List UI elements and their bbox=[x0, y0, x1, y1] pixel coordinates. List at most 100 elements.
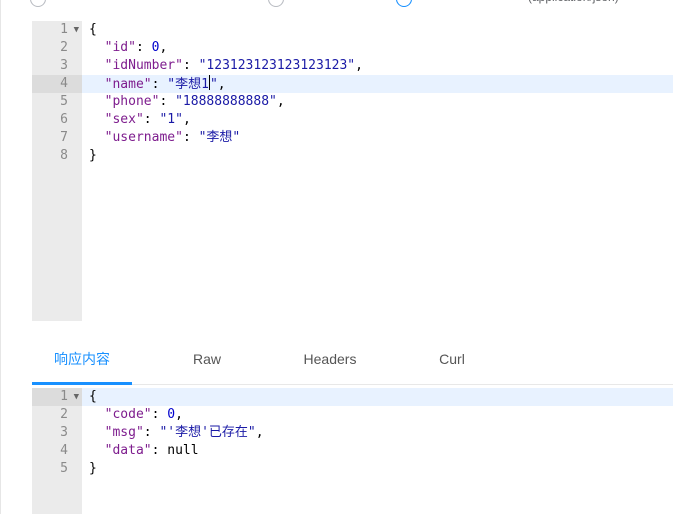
radio-icon[interactable] bbox=[30, 0, 46, 7]
line-number: 2 bbox=[32, 406, 82, 424]
response-body-editor[interactable]: 1 ▼ 2 3 4 5 { "code": 0, "msg": "'李想'已存在", "d… bbox=[32, 388, 673, 514]
line-number: 6 bbox=[32, 111, 82, 129]
code-line[interactable]: } bbox=[82, 460, 673, 478]
line-number: 5 bbox=[32, 93, 82, 111]
tab-response-content[interactable]: 响应内容 bbox=[32, 340, 132, 382]
json-punctuation: , bbox=[355, 58, 363, 73]
code-area[interactable]: { "code": 0, "msg": "'李想'已存在", "data": n… bbox=[82, 388, 673, 514]
chevron-down-icon[interactable]: ▼ bbox=[74, 388, 79, 406]
json-punctuation bbox=[89, 112, 105, 127]
json-punctuation: , bbox=[217, 77, 226, 92]
code-line-text: "username": "李想" bbox=[89, 129, 241, 147]
line-number: 1 ▼ bbox=[32, 21, 82, 39]
json-punctuation bbox=[89, 407, 105, 422]
json-punctuation: } bbox=[89, 148, 97, 163]
line-number-text: 8 bbox=[60, 148, 68, 163]
code-line-text: "idNumber": "123123123123123123", bbox=[89, 57, 363, 75]
code-line-text: "code": 0, bbox=[89, 406, 183, 424]
json-punctuation: , bbox=[276, 94, 285, 109]
json-string: "李想" bbox=[198, 130, 241, 145]
json-punctuation: : bbox=[151, 407, 168, 422]
code-line-text: "sex": "1", bbox=[89, 111, 191, 129]
json-punctuation: { bbox=[89, 22, 97, 37]
json-punctuation: : bbox=[151, 443, 168, 458]
request-body-editor[interactable]: 1 ▼ 2 3 4 5 6 7 8 { "id": 0, "idNumber": "123123… bbox=[32, 21, 673, 321]
json-string: "'李想'已存在" bbox=[159, 425, 256, 440]
code-line[interactable]: "data": null bbox=[82, 442, 673, 460]
code-line[interactable]: "username": "李想" bbox=[82, 129, 673, 147]
code-line-text: } bbox=[89, 147, 97, 165]
json-punctuation bbox=[89, 443, 105, 458]
code-line[interactable]: "msg": "'李想'已存在", bbox=[82, 424, 673, 442]
line-number: 4 bbox=[32, 442, 82, 460]
json-punctuation: { bbox=[89, 389, 97, 404]
json-punctuation bbox=[89, 130, 105, 145]
json-key: "sex" bbox=[104, 112, 144, 127]
json-string: "123123123123123123" bbox=[198, 58, 356, 73]
line-number-text: 5 bbox=[60, 94, 68, 109]
code-line[interactable]: "code": 0, bbox=[82, 406, 673, 424]
line-number: 3 bbox=[32, 57, 82, 75]
code-line-text: "msg": "'李想'已存在", bbox=[89, 424, 264, 442]
json-punctuation: , bbox=[182, 112, 191, 127]
json-punctuation: , bbox=[255, 425, 264, 440]
content-type-fragment: (application/json) bbox=[528, 0, 619, 4]
code-line[interactable]: "sex": "1", bbox=[82, 111, 673, 129]
line-number-text: 3 bbox=[60, 425, 68, 440]
line-number: 4 bbox=[32, 75, 82, 93]
radio-selected-icon[interactable] bbox=[396, 0, 412, 7]
code-line[interactable]: "name": "李想1", bbox=[82, 75, 673, 93]
code-line[interactable]: } bbox=[82, 147, 673, 165]
line-number-text: 4 bbox=[60, 76, 68, 91]
line-number-text: 1 bbox=[60, 22, 68, 37]
code-line-text: "data": null bbox=[89, 442, 199, 460]
json-punctuation bbox=[89, 425, 105, 440]
json-punctuation: , bbox=[159, 40, 168, 55]
code-line[interactable]: { bbox=[82, 21, 673, 39]
code-line-text: { bbox=[89, 21, 97, 39]
json-key: "code" bbox=[104, 407, 152, 422]
tab-raw[interactable]: Raw bbox=[157, 340, 257, 382]
line-number-text: 4 bbox=[60, 443, 68, 458]
line-number: 5 bbox=[32, 460, 82, 478]
line-number-text: 7 bbox=[60, 130, 68, 145]
code-line[interactable]: "phone": "18888888888", bbox=[82, 93, 673, 111]
json-key: "name" bbox=[104, 77, 152, 92]
json-punctuation: : bbox=[143, 425, 160, 440]
json-punctuation: : bbox=[151, 77, 168, 92]
json-string: "李想1 bbox=[167, 77, 209, 92]
tab-curl[interactable]: Curl bbox=[402, 340, 502, 382]
code-area[interactable]: { "id": 0, "idNumber": "1231231231231231… bbox=[82, 21, 673, 321]
code-line-text: "phone": "18888888888", bbox=[89, 93, 285, 111]
json-string: "18888888888" bbox=[175, 94, 277, 109]
line-number: 8 bbox=[32, 147, 82, 165]
active-tab-indicator bbox=[32, 382, 132, 385]
json-punctuation: : bbox=[143, 112, 160, 127]
json-punctuation: null bbox=[167, 443, 199, 458]
line-number-text: 6 bbox=[60, 112, 68, 127]
code-line[interactable]: "idNumber": "123123123123123123", bbox=[82, 57, 673, 75]
code-line[interactable]: { bbox=[82, 388, 673, 406]
tab-headers[interactable]: Headers bbox=[280, 340, 380, 382]
line-number: 2 bbox=[32, 39, 82, 57]
json-punctuation bbox=[89, 58, 105, 73]
json-key: "msg" bbox=[104, 425, 144, 440]
line-number-text: 2 bbox=[60, 407, 68, 422]
line-number: 1 ▼ bbox=[32, 388, 82, 406]
json-key: "phone" bbox=[104, 94, 160, 109]
response-tabs: 响应内容 Raw Headers Curl bbox=[32, 340, 673, 385]
code-line-text: { bbox=[89, 388, 97, 406]
json-key: "data" bbox=[104, 443, 152, 458]
top-toolbar-fragment: (application/json) bbox=[0, 0, 673, 12]
code-line[interactable]: "id": 0, bbox=[82, 39, 673, 57]
chevron-down-icon[interactable]: ▼ bbox=[74, 21, 79, 39]
line-number-gutter: 1 ▼ 2 3 4 5 6 7 8 bbox=[32, 21, 82, 321]
json-punctuation: , bbox=[175, 407, 183, 422]
code-line-text: "name": "李想1", bbox=[89, 75, 226, 94]
json-punctuation: : bbox=[182, 130, 199, 145]
line-number-text: 1 bbox=[60, 389, 68, 404]
json-string: " bbox=[209, 77, 218, 92]
line-number: 3 bbox=[32, 424, 82, 442]
radio-icon[interactable] bbox=[268, 0, 284, 7]
json-punctuation bbox=[89, 94, 105, 109]
